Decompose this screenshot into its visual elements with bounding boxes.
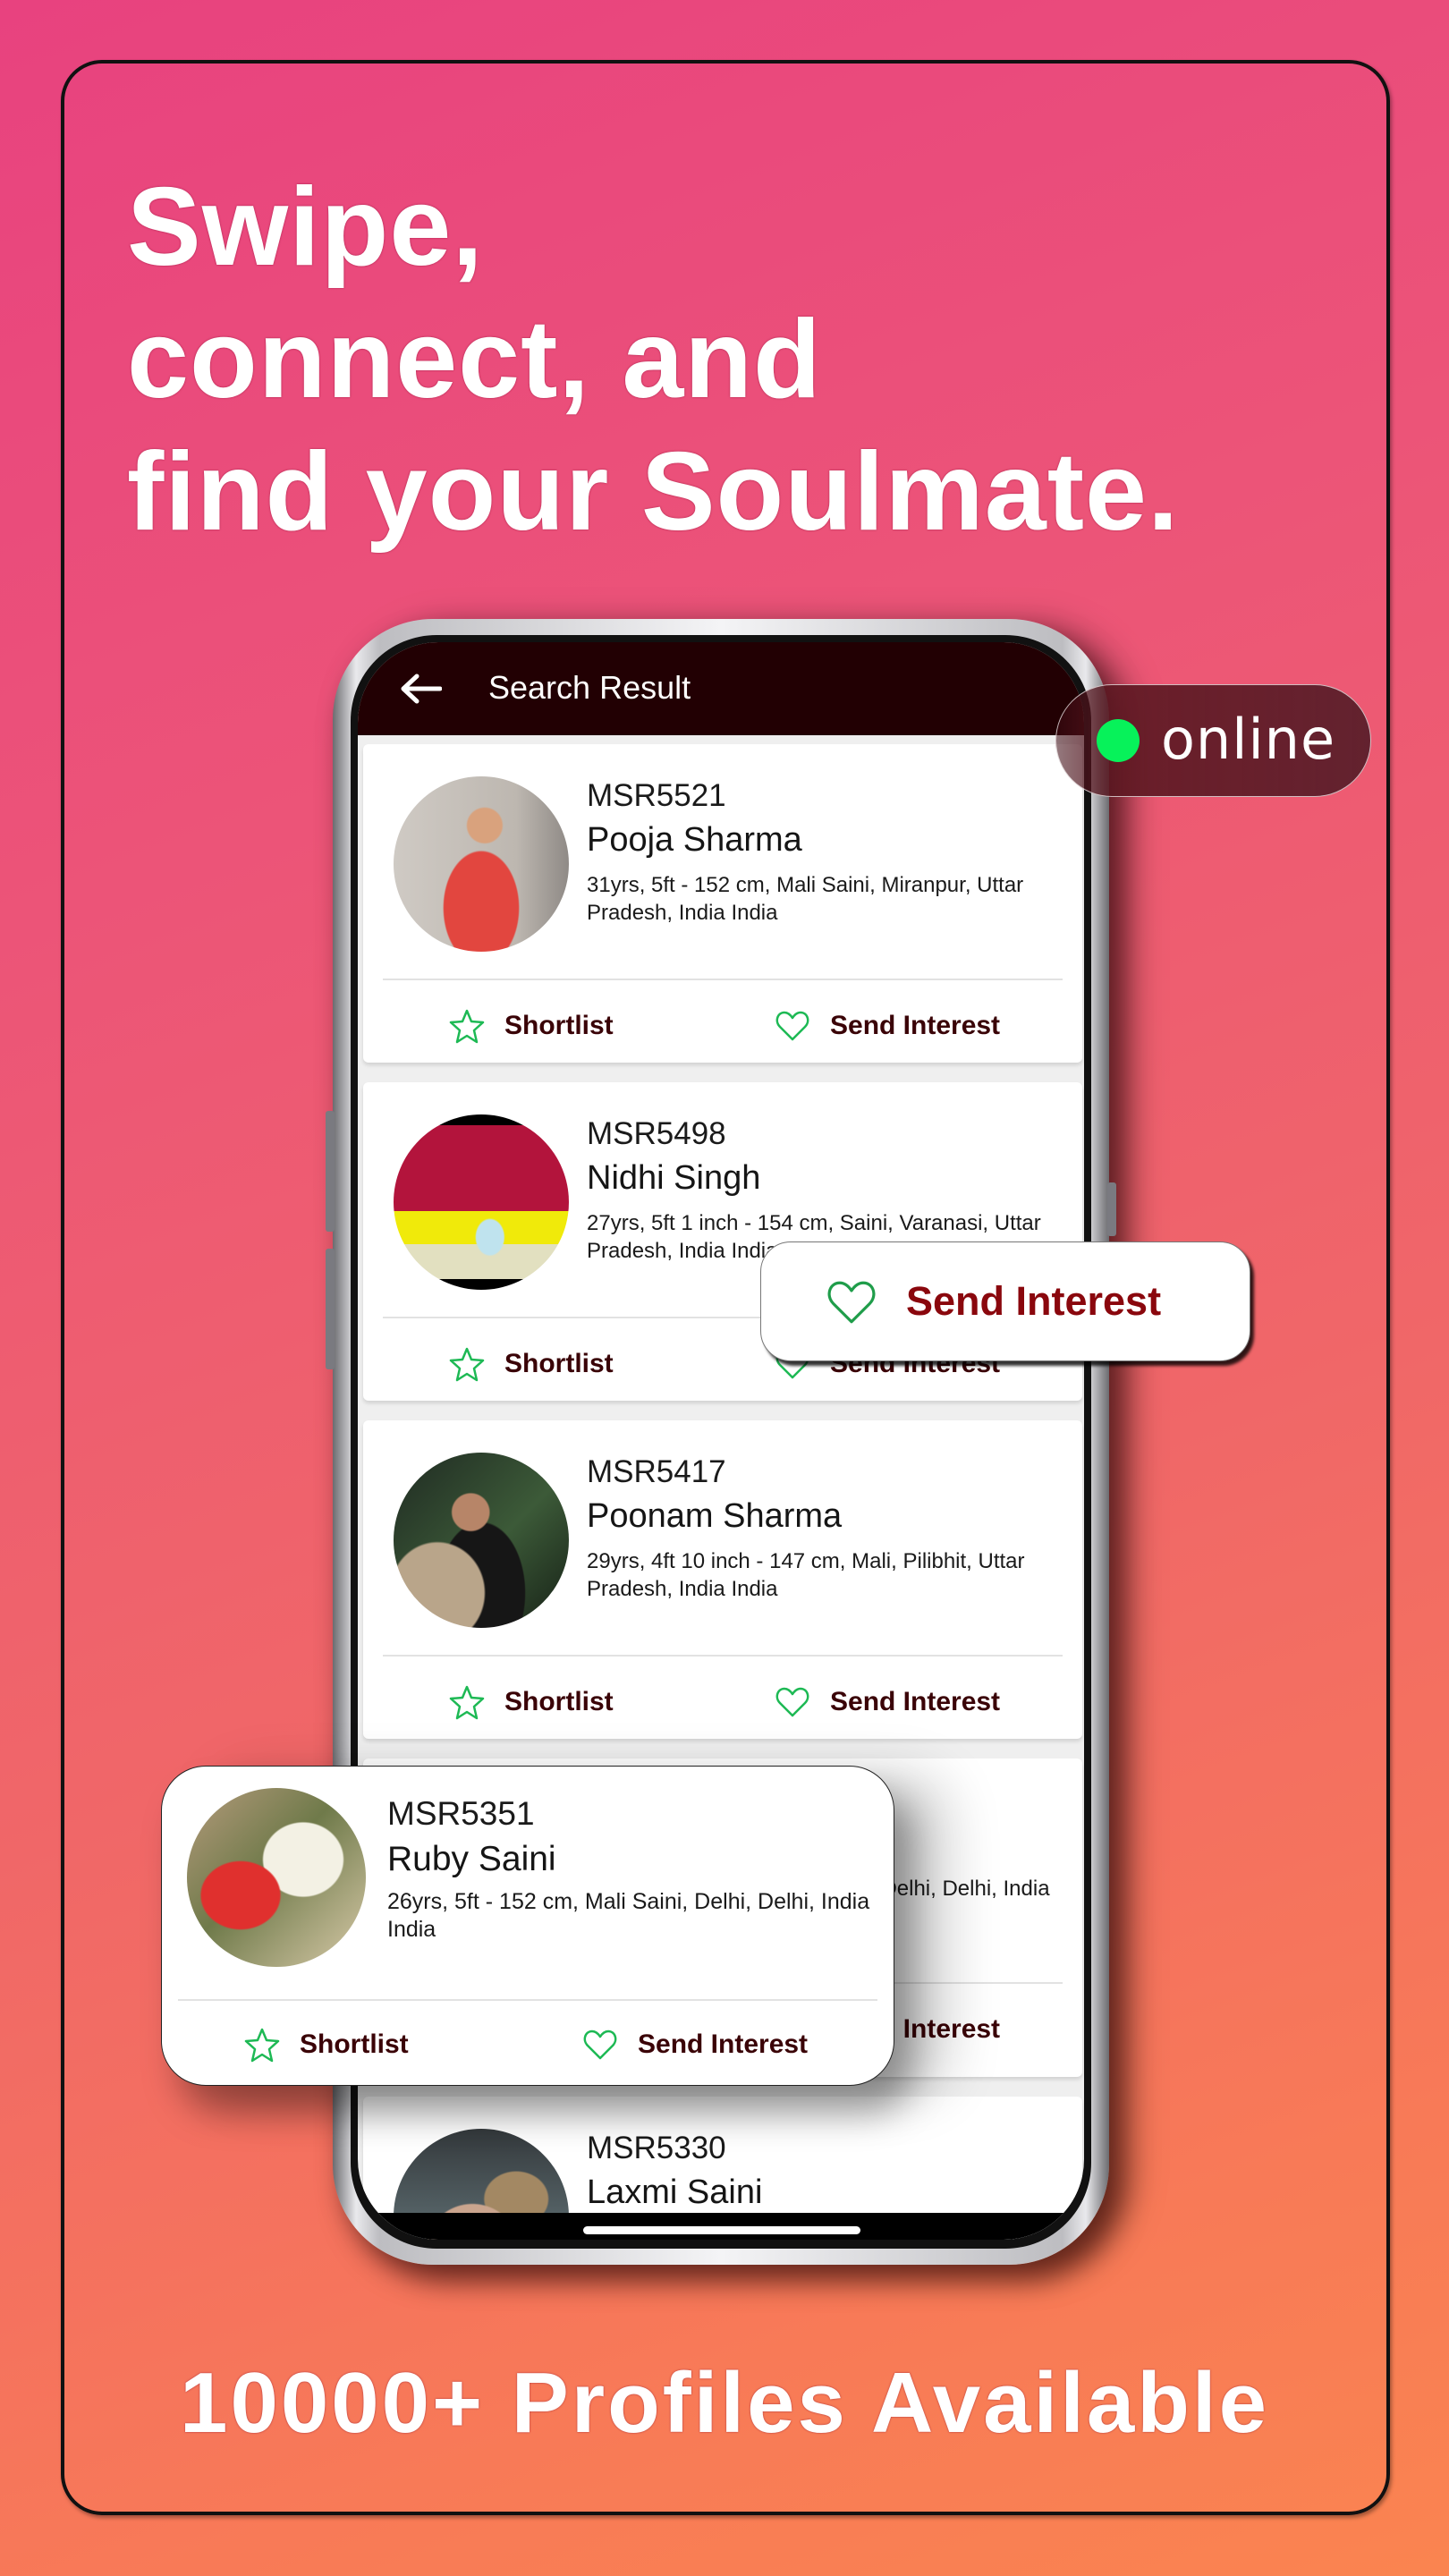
- send-interest-label: Send Interest: [830, 1687, 1001, 1716]
- online-status-badge: online: [1055, 684, 1371, 797]
- gesture-area: [358, 2213, 1084, 2240]
- profile-name[interactable]: Ruby Saini: [387, 1840, 556, 1879]
- heart-outline-icon: [583, 2029, 617, 2060]
- shortlist-label: Shortlist: [504, 1349, 614, 1378]
- profile-id: MSR5417: [587, 1454, 726, 1489]
- profile-card[interactable]: MSR5521 Pooja Sharma 31yrs, 5ft - 152 cm…: [363, 744, 1082, 1063]
- shortlist-button[interactable]: Shortlist: [449, 1004, 614, 1048]
- send-interest-button[interactable]: Send Interest: [775, 1004, 1000, 1048]
- avatar[interactable]: [394, 1453, 569, 1628]
- profile-name[interactable]: Laxmi Saini: [587, 2174, 762, 2212]
- online-dot-icon: [1097, 719, 1140, 762]
- shortlist-label: Shortlist: [504, 1687, 614, 1716]
- shortlist-button[interactable]: Shortlist: [449, 1680, 614, 1724]
- profile-details: 26yrs, 5ft - 152 cm, Mali Saini, Delhi, …: [387, 1889, 870, 1942]
- card-divider: [383, 979, 1063, 980]
- shortlist-label: Shortlist: [504, 1011, 614, 1040]
- shortlist-button[interactable]: Shortlist: [449, 1342, 614, 1386]
- shortlist-button[interactable]: Shortlist: [244, 2022, 409, 2067]
- online-label: online: [1161, 707, 1336, 772]
- home-indicator[interactable]: [583, 2226, 860, 2234]
- send-interest-highlight-button[interactable]: Send Interest: [760, 1241, 1250, 1361]
- profile-card[interactable]: MSR5417 Poonam Sharma 29yrs, 4ft 10 inch…: [363, 1420, 1082, 1739]
- profile-name[interactable]: Nidhi Singh: [587, 1159, 760, 1198]
- card-divider: [178, 1999, 877, 2001]
- profiles-available-tagline: 10000+ Profiles Available: [180, 2355, 1269, 2451]
- headline-line-3: find your Soulmate.: [127, 430, 1180, 554]
- heart-outline-icon: [775, 1011, 809, 1041]
- headline-line-2: connect, and: [127, 298, 822, 421]
- send-interest-label: Send Interest: [638, 2029, 809, 2059]
- send-interest-label: Send Interest: [830, 1011, 1001, 1040]
- star-outline-icon: [449, 1009, 485, 1044]
- profile-name[interactable]: Poonam Sharma: [587, 1497, 842, 1536]
- star-outline-icon: [449, 1347, 485, 1382]
- phone-volume-up-button: [326, 1111, 335, 1232]
- profile-id: MSR5498: [587, 1116, 726, 1151]
- headline: Swipe, connect, and find your Soulmate.: [127, 161, 1179, 558]
- profile-id: MSR5521: [587, 778, 726, 813]
- phone-volume-down-button: [326, 1249, 335, 1369]
- phone-power-button: [1107, 1182, 1116, 1236]
- star-outline-icon: [449, 1685, 485, 1720]
- avatar[interactable]: [394, 776, 569, 952]
- page-title: Search Result: [488, 669, 691, 706]
- card-divider: [383, 1655, 1063, 1657]
- heart-outline-icon: [827, 1281, 876, 1324]
- shortlist-label: Shortlist: [300, 2029, 409, 2059]
- send-interest-highlight-label: Send Interest: [906, 1278, 1162, 1324]
- send-interest-button[interactable]: Send Interest: [582, 2022, 808, 2067]
- avatar[interactable]: [394, 1114, 569, 1290]
- profile-id: MSR5330: [587, 2131, 726, 2165]
- profile-details: 31yrs, 5ft - 152 cm, Mali Saini, Miranpu…: [587, 873, 1024, 925]
- featured-profile-card[interactable]: MSR5351 Ruby Saini 26yrs, 5ft - 152 cm, …: [161, 1766, 894, 2086]
- profile-name[interactable]: Pooja Sharma: [587, 821, 802, 860]
- headline-line-1: Swipe,: [127, 165, 484, 289]
- send-interest-button[interactable]: Send Interest: [775, 1680, 1000, 1724]
- star-outline-icon: [244, 2028, 280, 2063]
- profile-id: MSR5351: [387, 1795, 535, 1832]
- app-bar: Search Result: [358, 642, 1084, 735]
- avatar[interactable]: [187, 1788, 366, 1967]
- heart-outline-icon: [775, 1687, 809, 1717]
- arrow-left-icon[interactable]: [399, 673, 442, 705]
- profile-details: 29yrs, 4ft 10 inch - 147 cm, Mali, Pilib…: [587, 1549, 1025, 1601]
